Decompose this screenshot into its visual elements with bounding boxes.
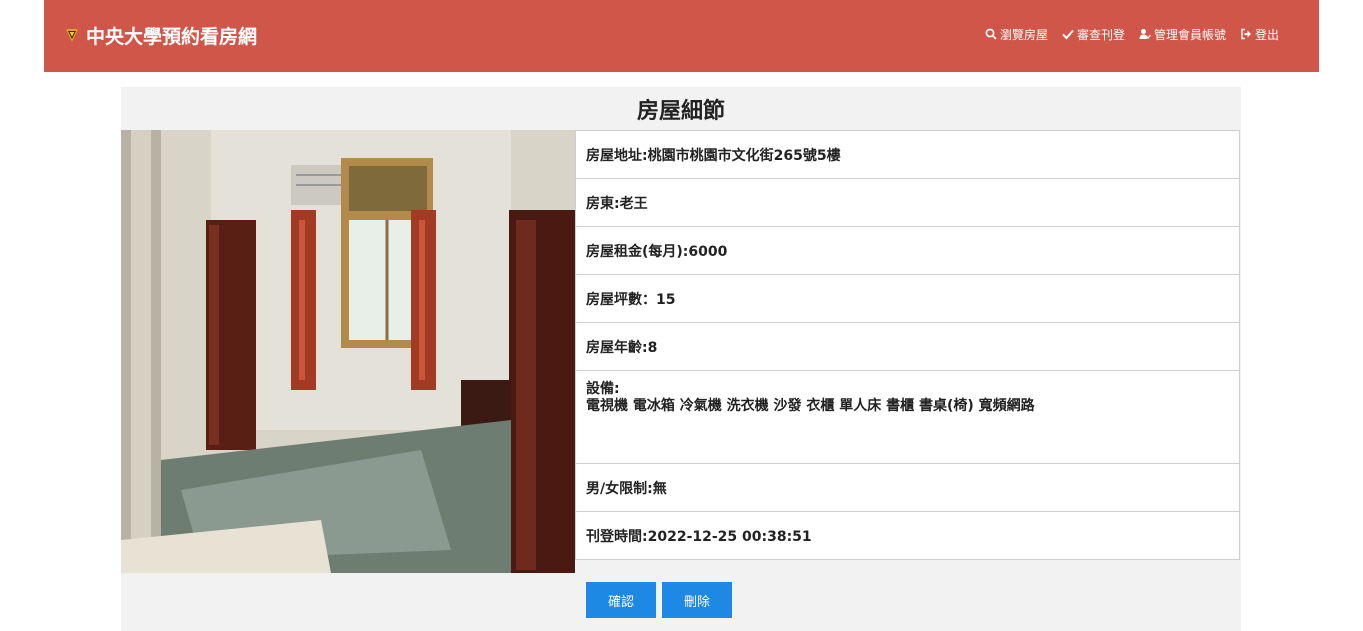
user-check-icon bbox=[1139, 29, 1151, 39]
size-text: 房屋坪數：15 bbox=[586, 291, 676, 308]
nav-review-listings[interactable]: 審查刊登 bbox=[1062, 26, 1125, 43]
page-title: 房屋細節 bbox=[636, 99, 725, 124]
confirm-button[interactable]: 確認 bbox=[586, 582, 656, 618]
action-buttons: 確認 刪除 bbox=[586, 582, 732, 618]
address-row: 房屋地址:桃園市桃園市文化街265號5樓 bbox=[575, 131, 1240, 179]
age-text: 房屋年齡:8 bbox=[586, 339, 658, 356]
room-photo-image bbox=[121, 130, 575, 573]
landlord-text: 房東:老王 bbox=[586, 195, 648, 212]
nav-manage-label: 管理會員帳號 bbox=[1153, 27, 1226, 42]
nav-logout-label: 登出 bbox=[1254, 27, 1279, 42]
nav-manage-members[interactable]: 管理會員帳號 bbox=[1139, 26, 1226, 43]
sign-out-icon bbox=[1241, 28, 1251, 40]
nav-logout[interactable]: 登出 bbox=[1240, 26, 1279, 43]
gender-row: 男/女限制:無 bbox=[575, 464, 1240, 512]
search-icon bbox=[985, 28, 997, 40]
posted-row: 刊登時間:2022-12-25 00:38:51 bbox=[575, 512, 1240, 560]
nav-links: 瀏覽房屋 審查刊登 管理會員帳號 登出 bbox=[985, 24, 1279, 44]
landlord-row: 房東:老王 bbox=[575, 179, 1240, 227]
equipment-label: 設備: bbox=[586, 381, 620, 397]
navbar: 中央大學預約看房網 瀏覽房屋 審查刊登 管理會員帳號 登出 bbox=[44, 0, 1319, 72]
gender-text: 男/女限制:無 bbox=[586, 480, 667, 497]
room-photo bbox=[121, 130, 575, 573]
nav-review-label: 審查刊登 bbox=[1076, 27, 1125, 42]
brand-title: 中央大學預約看房網 bbox=[86, 25, 258, 48]
rent-text: 房屋租金(每月):6000 bbox=[586, 243, 728, 260]
house-info-list: 房屋地址:桃園市桃園市文化街265號5樓 房東:老王 房屋租金(每月):6000… bbox=[575, 130, 1240, 560]
delete-button[interactable]: 刪除 bbox=[662, 582, 732, 618]
check-icon bbox=[1062, 29, 1074, 40]
nav-browse-label: 瀏覽房屋 bbox=[999, 27, 1048, 42]
logo-icon bbox=[66, 29, 78, 42]
equipment-row: 設備: 電視機 電冰箱 冷氣機 洗衣機 沙發 衣櫃 單人床 書櫃 書桌(椅) 寬… bbox=[575, 371, 1240, 464]
brand[interactable]: 中央大學預約看房網 bbox=[64, 20, 257, 50]
age-row: 房屋年齡:8 bbox=[575, 323, 1240, 371]
nav-browse-houses[interactable]: 瀏覽房屋 bbox=[985, 26, 1048, 43]
rent-row: 房屋租金(每月):6000 bbox=[575, 227, 1240, 275]
house-detail-panel: 房屋細節 房屋地址:桃園市桃園市文化街265號5樓 房東:老王 房屋租金(每月)… bbox=[121, 87, 1241, 631]
address-text: 房屋地址:桃園市桃園市文化街265號5樓 bbox=[586, 147, 841, 164]
posted-text: 刊登時間:2022-12-25 00:38:51 bbox=[586, 528, 812, 545]
size-row: 房屋坪數：15 bbox=[575, 275, 1240, 323]
equipment-value: 電視機 電冰箱 冷氣機 洗衣機 沙發 衣櫃 單人床 書櫃 書桌(椅) 寬頻網路 bbox=[586, 398, 1035, 414]
